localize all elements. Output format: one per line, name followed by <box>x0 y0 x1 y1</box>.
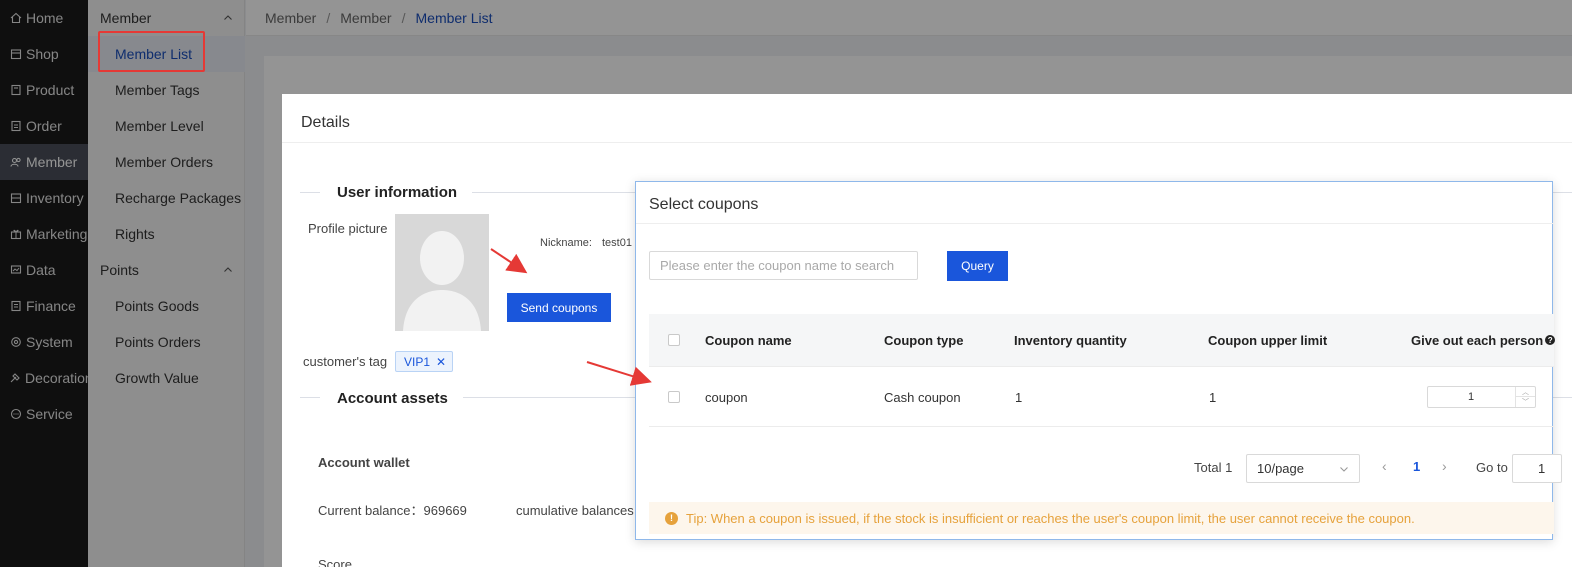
annotation-arrows <box>490 248 652 386</box>
arrow-icon <box>490 248 528 274</box>
arrow-icon <box>586 361 652 386</box>
